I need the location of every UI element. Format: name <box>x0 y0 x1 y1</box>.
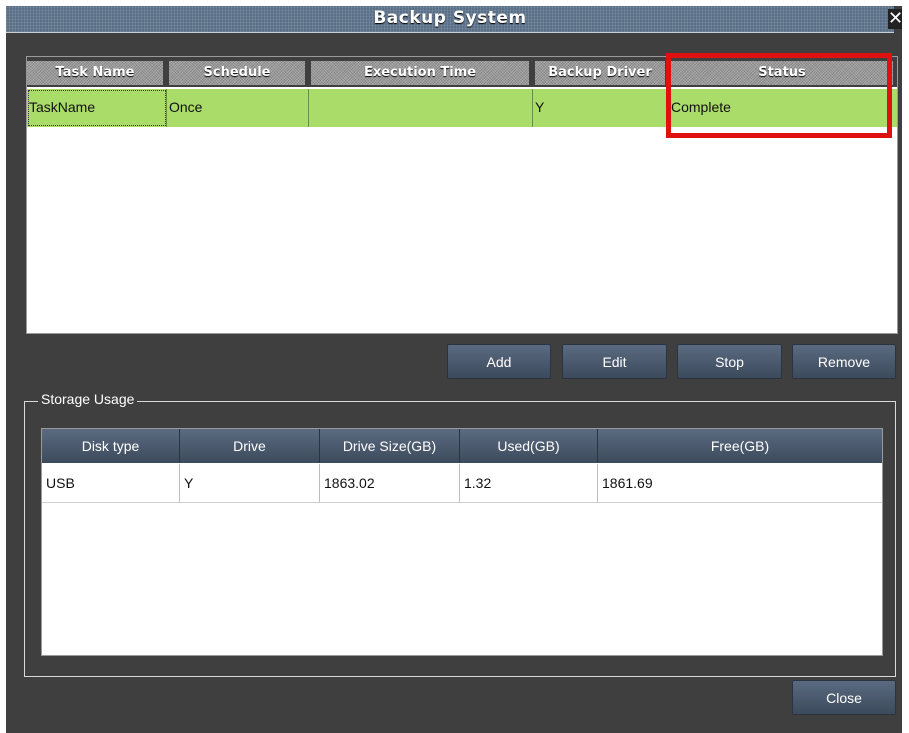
cell-drive: Y <box>180 464 320 502</box>
cell-task-name: TaskName <box>27 89 167 127</box>
storage-row[interactable]: USB Y 1863.02 1.32 1861.69 <box>42 464 882 503</box>
edit-button[interactable]: Edit <box>562 344 667 379</box>
cell-backup-driver: Y <box>533 89 669 127</box>
cell-execution-time <box>309 89 533 127</box>
stop-button[interactable]: Stop <box>677 344 782 379</box>
column-header-schedule[interactable]: Schedule <box>169 61 305 85</box>
column-header-drive[interactable]: Drive <box>180 429 320 463</box>
task-row[interactable]: TaskName Once Y Complete <box>27 89 897 127</box>
column-header-drive-size[interactable]: Drive Size(GB) <box>320 429 460 463</box>
column-header-used[interactable]: Used(GB) <box>460 429 598 463</box>
cell-used: 1.32 <box>460 464 598 502</box>
column-header-backup-driver[interactable]: Backup Driver <box>535 61 665 85</box>
column-header-disk-type[interactable]: Disk type <box>42 429 180 463</box>
cell-status: Complete <box>671 99 731 115</box>
column-header-status[interactable]: Status <box>671 61 893 85</box>
backup-system-window: Backup System ✕ Task Name Schedule Execu… <box>6 6 902 733</box>
cell-schedule: Once <box>167 89 309 127</box>
storage-usage-label: Storage Usage <box>38 391 138 407</box>
column-header-free[interactable]: Free(GB) <box>598 429 882 463</box>
column-header-task-name[interactable]: Task Name <box>27 61 163 85</box>
close-icon[interactable]: ✕ <box>888 9 902 29</box>
add-button[interactable]: Add <box>447 344 551 379</box>
window-title: Backup System <box>373 8 527 28</box>
column-header-execution-time[interactable]: Execution Time <box>311 61 529 85</box>
cell-drive-size: 1863.02 <box>320 464 460 502</box>
task-table: Task Name Schedule Execution Time Backup… <box>26 56 898 334</box>
cell-disk-type: USB <box>42 464 180 502</box>
close-button[interactable]: Close <box>792 680 896 715</box>
storage-table: Disk type Drive Drive Size(GB) Used(GB) … <box>41 428 883 656</box>
remove-button[interactable]: Remove <box>792 344 896 379</box>
cell-free: 1861.69 <box>602 475 653 491</box>
task-table-header: Task Name Schedule Execution Time Backup… <box>27 57 897 87</box>
title-bar[interactable]: Backup System <box>6 6 894 33</box>
